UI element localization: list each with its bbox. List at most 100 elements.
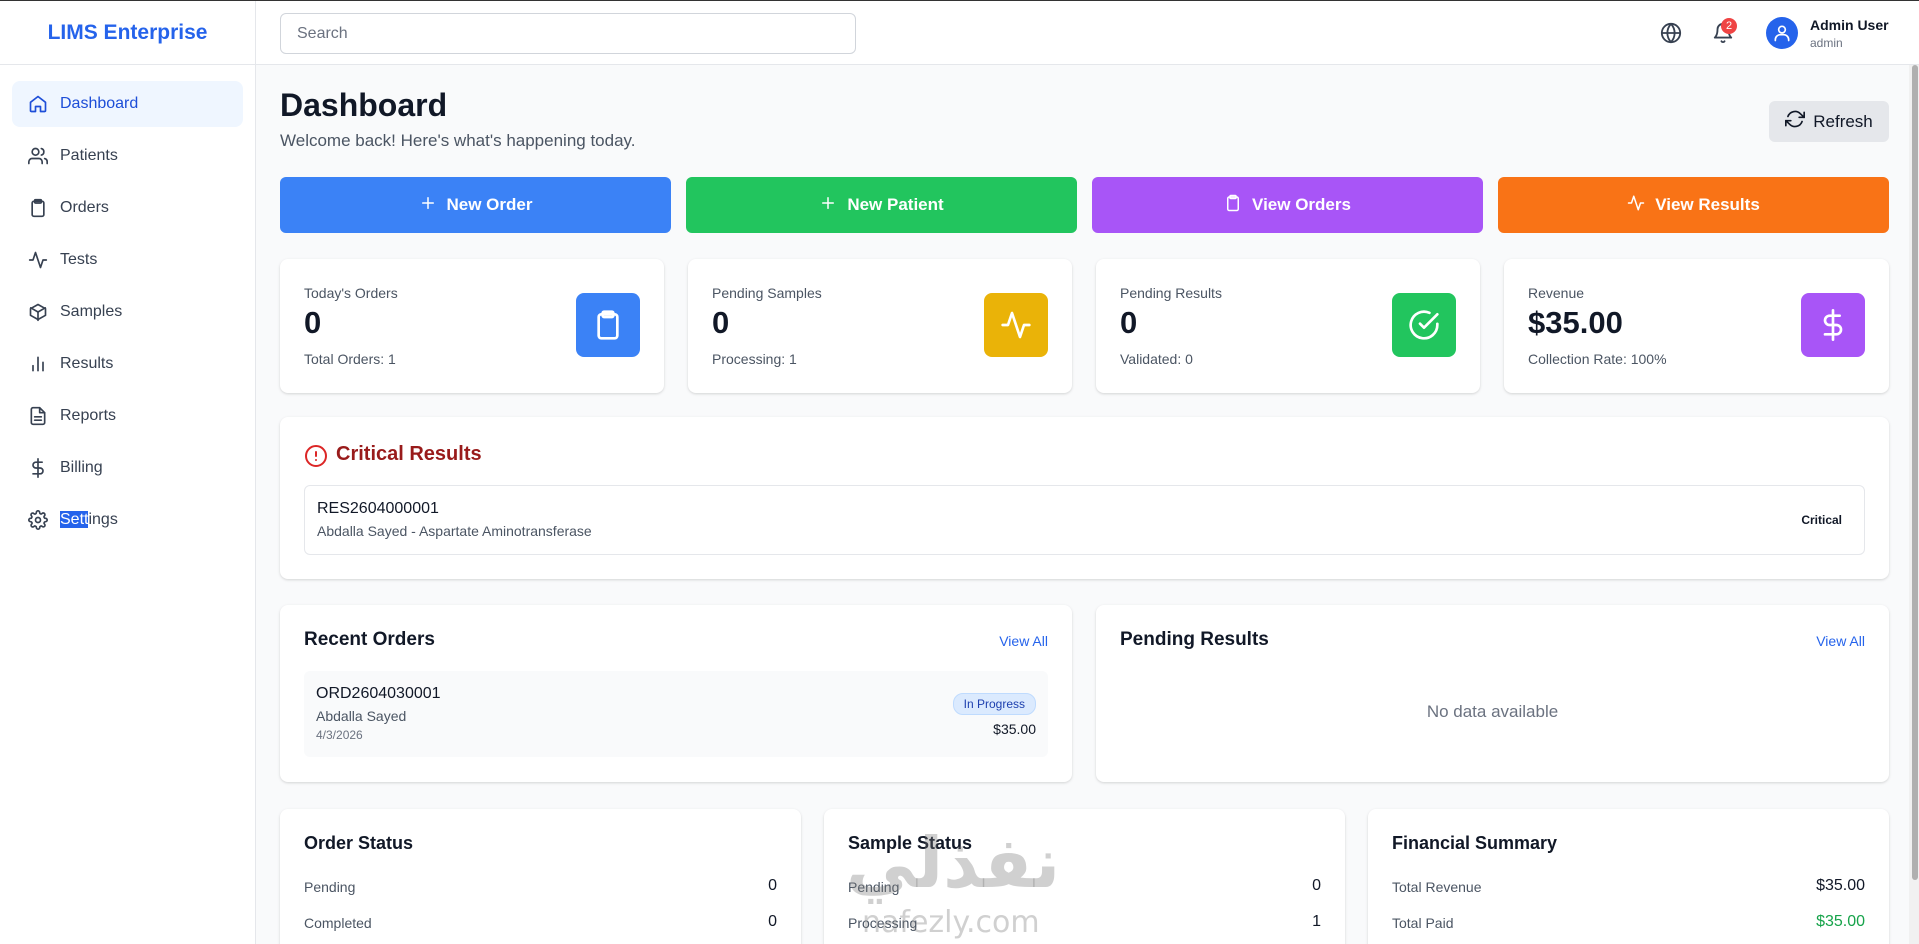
order-status-row-value: 0: [768, 877, 777, 894]
view-results-button[interactable]: View Results: [1498, 177, 1889, 233]
activity-icon: [28, 250, 48, 270]
order-patient: Abdalla Sayed: [316, 708, 407, 724]
avatar[interactable]: [1766, 17, 1798, 49]
critical-results-panel: Critical Results RES2604000001 Abdalla S…: [280, 417, 1889, 579]
home-icon: [28, 94, 48, 114]
stat-value: 0: [1120, 305, 1138, 340]
order-status-row-value: 0: [768, 913, 777, 930]
stat-sub: Collection Rate: 100%: [1528, 351, 1667, 367]
refresh-label: Refresh: [1813, 111, 1873, 131]
sidebar-item-settings[interactable]: Settings: [12, 497, 243, 543]
gear-icon: [28, 510, 48, 530]
order-status-panel: Order Status Pending 0 Completed 0: [280, 809, 801, 944]
sidebar-item-results[interactable]: Results: [12, 341, 243, 387]
pending-results-title: Pending Results: [1120, 629, 1269, 650]
stat-value: 0: [304, 305, 322, 340]
empty-state-text: No data available: [1426, 702, 1559, 721]
critical-result-description: Abdalla Sayed - Aspartate Aminotransfera…: [317, 523, 592, 539]
stat-card-revenue: Revenue $35.00 Collection Rate: 100%: [1504, 259, 1889, 393]
users-icon: [28, 146, 48, 166]
file-text-icon: [28, 406, 48, 426]
plus-icon: [419, 194, 437, 217]
recent-orders-panel: Recent Orders View All ORD2604030001 Abd…: [280, 605, 1072, 782]
critical-result-id: RES2604000001: [317, 500, 439, 517]
sidebar-item-label: Samples: [60, 303, 123, 320]
clipboard-icon: [28, 198, 48, 218]
sidebar-item-samples[interactable]: Samples: [12, 289, 243, 335]
pending-results-panel: Pending Results View All No data availab…: [1096, 605, 1889, 782]
sidebar-item-label: Patients: [60, 147, 118, 164]
sample-status-row-value: 1: [1312, 913, 1321, 930]
notification-badge: 2: [1721, 18, 1737, 34]
stat-sub: Validated: 0: [1120, 351, 1193, 367]
stat-value: 0: [712, 305, 730, 340]
sidebar-item-reports[interactable]: Reports: [12, 393, 243, 439]
sidebar-item-dashboard[interactable]: Dashboard: [12, 81, 243, 127]
watermark-logo: نفذلي: [846, 822, 1061, 904]
view-orders-button[interactable]: View Orders: [1092, 177, 1483, 233]
dollar-icon: [1801, 293, 1865, 357]
scrollbar-thumb[interactable]: [1912, 65, 1918, 880]
dollar-icon: [28, 458, 48, 478]
stat-card-pending-samples: Pending Samples 0 Processing: 1: [688, 259, 1072, 393]
order-date: 4/3/2026: [316, 728, 363, 742]
activity-icon: [984, 293, 1048, 357]
main-content: Dashboard Welcome back! Here's what's ha…: [256, 65, 1909, 944]
stat-card-pending-results: Pending Results 0 Validated: 0: [1096, 259, 1480, 393]
view-results-label: View Results: [1655, 195, 1760, 214]
plus-icon: [819, 194, 837, 217]
sidebar-item-label: Orders: [60, 199, 109, 216]
refresh-icon: [1785, 109, 1806, 134]
critical-results-title: Critical Results: [336, 443, 482, 465]
clipboard-icon: [576, 293, 640, 357]
order-status-row-label: Pending: [304, 879, 356, 895]
stat-sub: Total Orders: 1: [304, 351, 396, 367]
financial-row-value: $35.00: [1816, 913, 1865, 930]
financial-row-value: $35.00: [1816, 877, 1865, 894]
view-orders-label: View Orders: [1252, 195, 1351, 214]
globe-icon[interactable]: [1660, 22, 1682, 44]
order-amount: $35.00: [993, 721, 1036, 737]
sidebar-item-label: Tests: [60, 251, 98, 268]
clipboard-icon: [1224, 194, 1242, 217]
sidebar-item-orders[interactable]: Orders: [12, 185, 243, 231]
bar-chart-icon: [28, 354, 48, 374]
sidebar: LIMS Enterprise Dashboard Patients Order…: [0, 1, 256, 944]
stat-value: $35.00: [1528, 305, 1623, 340]
stat-card-todays-orders: Today's Orders 0 Total Orders: 1: [280, 259, 664, 393]
list-item[interactable]: ORD2604030001 Abdalla Sayed 4/3/2026 In …: [304, 671, 1048, 757]
stat-label: Pending Samples: [712, 285, 822, 301]
critical-result-item[interactable]: RES2604000001 Abdalla Sayed - Aspartate …: [304, 485, 1865, 555]
sidebar-item-label: Reports: [60, 407, 117, 424]
sidebar-item-billing[interactable]: Billing: [12, 445, 243, 491]
sidebar-item-label-rest: ings: [88, 511, 118, 528]
alert-circle-icon: [304, 444, 328, 468]
stat-label: Revenue: [1528, 285, 1585, 301]
recent-orders-title: Recent Orders: [304, 629, 435, 650]
brand-logo[interactable]: LIMS Enterprise: [0, 1, 255, 65]
pending-results-view-all-link[interactable]: View All: [1816, 633, 1865, 649]
critical-badge: Critical: [1801, 513, 1842, 527]
new-order-label: New Order: [446, 195, 533, 214]
new-patient-label: New Patient: [847, 195, 944, 214]
financial-summary-title: Financial Summary: [1392, 833, 1558, 853]
new-order-button[interactable]: New Order: [280, 177, 671, 233]
sidebar-item-tests[interactable]: Tests: [12, 237, 243, 283]
user-role: admin: [1810, 36, 1843, 50]
search-input[interactable]: [280, 13, 856, 54]
sidebar-item-label: Billing: [60, 459, 103, 476]
financial-row-label: Total Paid: [1392, 915, 1454, 931]
sample-status-row-value: 0: [1312, 877, 1321, 894]
stat-label: Today's Orders: [304, 285, 398, 301]
page-subtitle: Welcome back! Here's what's happening to…: [280, 131, 636, 150]
new-patient-button[interactable]: New Patient: [686, 177, 1077, 233]
package-icon: [28, 302, 48, 322]
user-name[interactable]: Admin User: [1810, 17, 1889, 33]
recent-orders-view-all-link[interactable]: View All: [999, 633, 1048, 649]
page-title: Dashboard: [280, 87, 448, 123]
sidebar-item-patients[interactable]: Patients: [12, 133, 243, 179]
sidebar-item-label: Results: [60, 355, 114, 372]
activity-icon: [1627, 194, 1645, 217]
order-status-row-label: Completed: [304, 915, 372, 931]
refresh-button[interactable]: Refresh: [1769, 101, 1889, 142]
